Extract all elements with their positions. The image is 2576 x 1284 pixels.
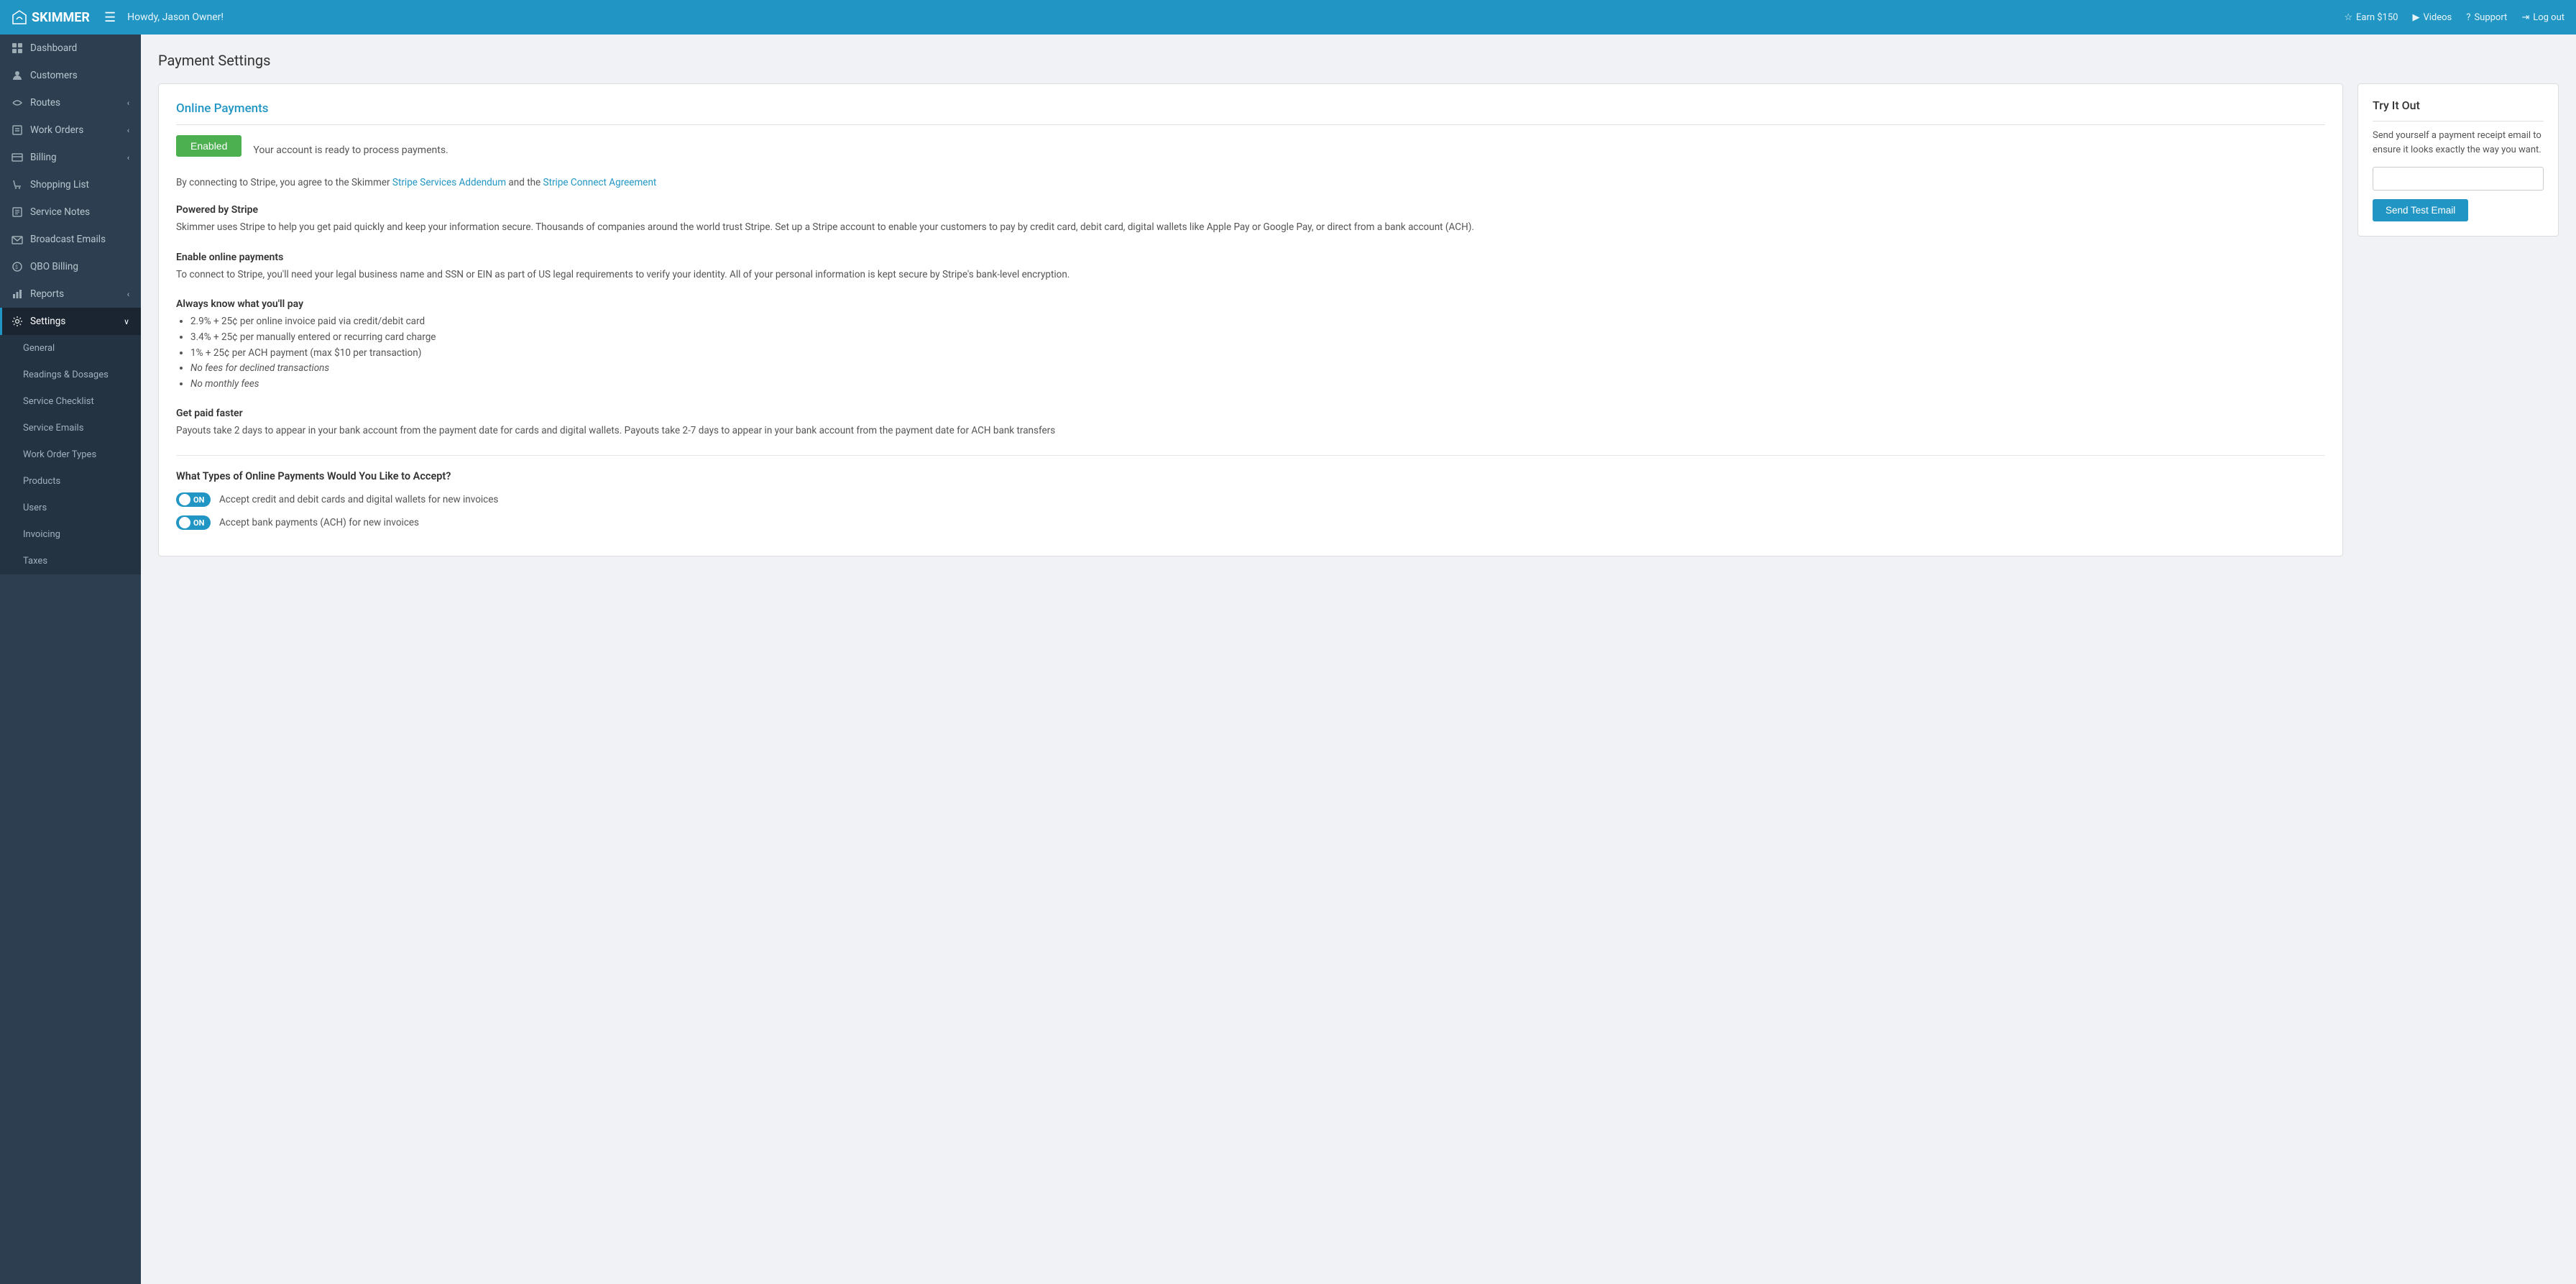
try-it-out-title: Try It Out xyxy=(2373,98,2544,121)
test-email-input[interactable] xyxy=(2373,167,2544,191)
toggle-2-dot xyxy=(179,517,190,528)
work-orders-chevron: ‹ xyxy=(127,126,129,135)
app-logo: SKIMMER xyxy=(12,9,90,25)
enabled-badge-button[interactable]: Enabled xyxy=(176,135,242,157)
stripe-notice: By connecting to Stripe, you agree to th… xyxy=(176,175,2325,190)
qbo-billing-icon: $ xyxy=(12,261,23,272)
fee-item-3: 1% + 25¢ per ACH payment (max $10 per tr… xyxy=(190,346,2325,362)
main-content: Payment Settings Online Payments Enabled… xyxy=(141,35,2576,1284)
online-payments-title: Online Payments xyxy=(176,101,2325,125)
question-icon: ? xyxy=(2466,12,2470,23)
work-orders-icon xyxy=(12,124,23,136)
enable-payments-block: Enable online payments To connect to Str… xyxy=(176,252,2325,283)
toggle-1-text: Accept credit and debit cards and digita… xyxy=(219,494,498,505)
billing-icon xyxy=(12,152,23,163)
billing-chevron: ‹ xyxy=(127,153,129,162)
online-payments-panel: Online Payments Enabled Your account is … xyxy=(158,83,2343,556)
videos-link[interactable]: ▶ Videos xyxy=(2412,12,2452,23)
sidebar-item-billing[interactable]: Billing ‹ xyxy=(0,144,141,171)
always-know-title: Always know what you'll pay xyxy=(176,298,2325,310)
faster-title: Get paid faster xyxy=(176,408,2325,419)
toggle-2[interactable]: ON xyxy=(176,515,211,530)
fee-item-1: 2.9% + 25¢ per online invoice paid via c… xyxy=(190,314,2325,330)
shopping-list-icon xyxy=(12,179,23,191)
routes-icon xyxy=(12,97,23,109)
try-it-out-desc: Send yourself a payment receipt email to… xyxy=(2373,129,2544,157)
logout-link[interactable]: ⇥ Log out xyxy=(2521,12,2564,23)
dashboard-icon xyxy=(12,42,23,54)
toggle-row-1: ON Accept credit and debit cards and dig… xyxy=(176,492,2325,507)
fee-item-2: 3.4% + 25¢ per manually entered or recur… xyxy=(190,330,2325,346)
play-icon: ▶ xyxy=(2412,12,2419,23)
topnav-actions: ☆ Earn $150 ▶ Videos ? Support ⇥ Log out xyxy=(2344,12,2564,23)
try-it-out-panel: Try It Out Send yourself a payment recei… xyxy=(2358,83,2559,237)
settings-submenu: General Readings & Dosages Service Check… xyxy=(0,335,141,574)
sidebar-item-qbo-billing[interactable]: $ QBO Billing xyxy=(0,253,141,280)
toggle-2-label: ON xyxy=(193,518,204,528)
customers-icon xyxy=(12,70,23,81)
enable-desc: To connect to Stripe, you'll need your l… xyxy=(176,267,2325,283)
toggle-1-dot xyxy=(179,494,190,505)
toggle-1-label: ON xyxy=(193,495,204,505)
support-link[interactable]: ? Support xyxy=(2466,12,2507,23)
menu-icon[interactable]: ☰ xyxy=(104,10,116,25)
top-navigation: SKIMMER ☰ Howdy, Jason Owner! ☆ Earn $15… xyxy=(0,0,2576,35)
sidebar-submenu-users[interactable]: Users xyxy=(0,495,141,521)
greeting-text: Howdy, Jason Owner! xyxy=(127,12,2344,23)
accept-title: What Types of Online Payments Would You … xyxy=(176,470,2325,482)
sidebar-submenu-general[interactable]: General xyxy=(0,335,141,362)
stripe-connect-link[interactable]: Stripe Connect Agreement xyxy=(543,177,657,188)
sidebar-item-shopping-list[interactable]: Shopping List xyxy=(0,171,141,198)
reports-icon xyxy=(12,288,23,300)
faster-desc: Payouts take 2 days to appear in your ba… xyxy=(176,423,2325,439)
page-title: Payment Settings xyxy=(158,52,2559,69)
enable-title: Enable online payments xyxy=(176,252,2325,263)
sidebar-item-work-orders[interactable]: Work Orders ‹ xyxy=(0,116,141,144)
svg-text:$: $ xyxy=(15,265,18,270)
broadcast-emails-icon xyxy=(12,234,23,245)
fee-item-5: No monthly fees xyxy=(190,377,2325,393)
powered-desc: Skimmer uses Stripe to help you get paid… xyxy=(176,220,2325,236)
send-test-email-button[interactable]: Send Test Email xyxy=(2373,199,2468,221)
reports-chevron: ‹ xyxy=(127,290,129,299)
get-paid-faster-block: Get paid faster Payouts take 2 days to a… xyxy=(176,408,2325,439)
sidebar-submenu-invoicing[interactable]: Invoicing xyxy=(0,521,141,548)
earn-link[interactable]: ☆ Earn $150 xyxy=(2344,12,2398,23)
sidebar-submenu-taxes[interactable]: Taxes xyxy=(0,548,141,574)
sidebar-item-settings[interactable]: Settings ∨ xyxy=(0,308,141,335)
star-icon: ☆ xyxy=(2344,12,2352,23)
toggle-2-text: Accept bank payments (ACH) for new invoi… xyxy=(219,517,419,528)
toggle-1[interactable]: ON xyxy=(176,492,211,507)
settings-chevron: ∨ xyxy=(124,317,129,326)
always-know-block: Always know what you'll pay 2.9% + 25¢ p… xyxy=(176,298,2325,392)
sidebar-submenu-products[interactable]: Products xyxy=(0,468,141,495)
section-divider xyxy=(176,455,2325,456)
sidebar-item-dashboard[interactable]: Dashboard xyxy=(0,35,141,62)
routes-chevron: ‹ xyxy=(127,98,129,108)
sidebar-submenu-work-order-types[interactable]: Work Order Types xyxy=(0,441,141,468)
sidebar-item-customers[interactable]: Customers xyxy=(0,62,141,89)
enabled-row: Enabled Your account is ready to process… xyxy=(176,135,2325,165)
powered-by-stripe-block: Powered by Stripe Skimmer uses Stripe to… xyxy=(176,204,2325,236)
content-area: Online Payments Enabled Your account is … xyxy=(158,83,2559,556)
stripe-addendum-link[interactable]: Stripe Services Addendum xyxy=(392,177,506,188)
sidebar-submenu-readings-dosages[interactable]: Readings & Dosages xyxy=(0,362,141,388)
sidebar-item-service-notes[interactable]: Service Notes xyxy=(0,198,141,226)
sidebar-item-reports[interactable]: Reports ‹ xyxy=(0,280,141,308)
fee-item-4: No fees for declined transactions xyxy=(190,361,2325,377)
settings-icon xyxy=(12,316,23,327)
sidebar-item-routes[interactable]: Routes ‹ xyxy=(0,89,141,116)
account-ready-text: Your account is ready to process payment… xyxy=(253,145,448,156)
sidebar: Dashboard Customers Routes ‹ Work Orders… xyxy=(0,35,141,1284)
fee-list: 2.9% + 25¢ per online invoice paid via c… xyxy=(176,314,2325,392)
sidebar-submenu-service-checklist[interactable]: Service Checklist xyxy=(0,388,141,415)
service-notes-icon xyxy=(12,206,23,218)
toggle-row-2: ON Accept bank payments (ACH) for new in… xyxy=(176,515,2325,530)
sidebar-item-broadcast-emails[interactable]: Broadcast Emails xyxy=(0,226,141,253)
logout-icon: ⇥ xyxy=(2521,12,2529,23)
powered-title: Powered by Stripe xyxy=(176,204,2325,216)
sidebar-submenu-service-emails[interactable]: Service Emails xyxy=(0,415,141,441)
